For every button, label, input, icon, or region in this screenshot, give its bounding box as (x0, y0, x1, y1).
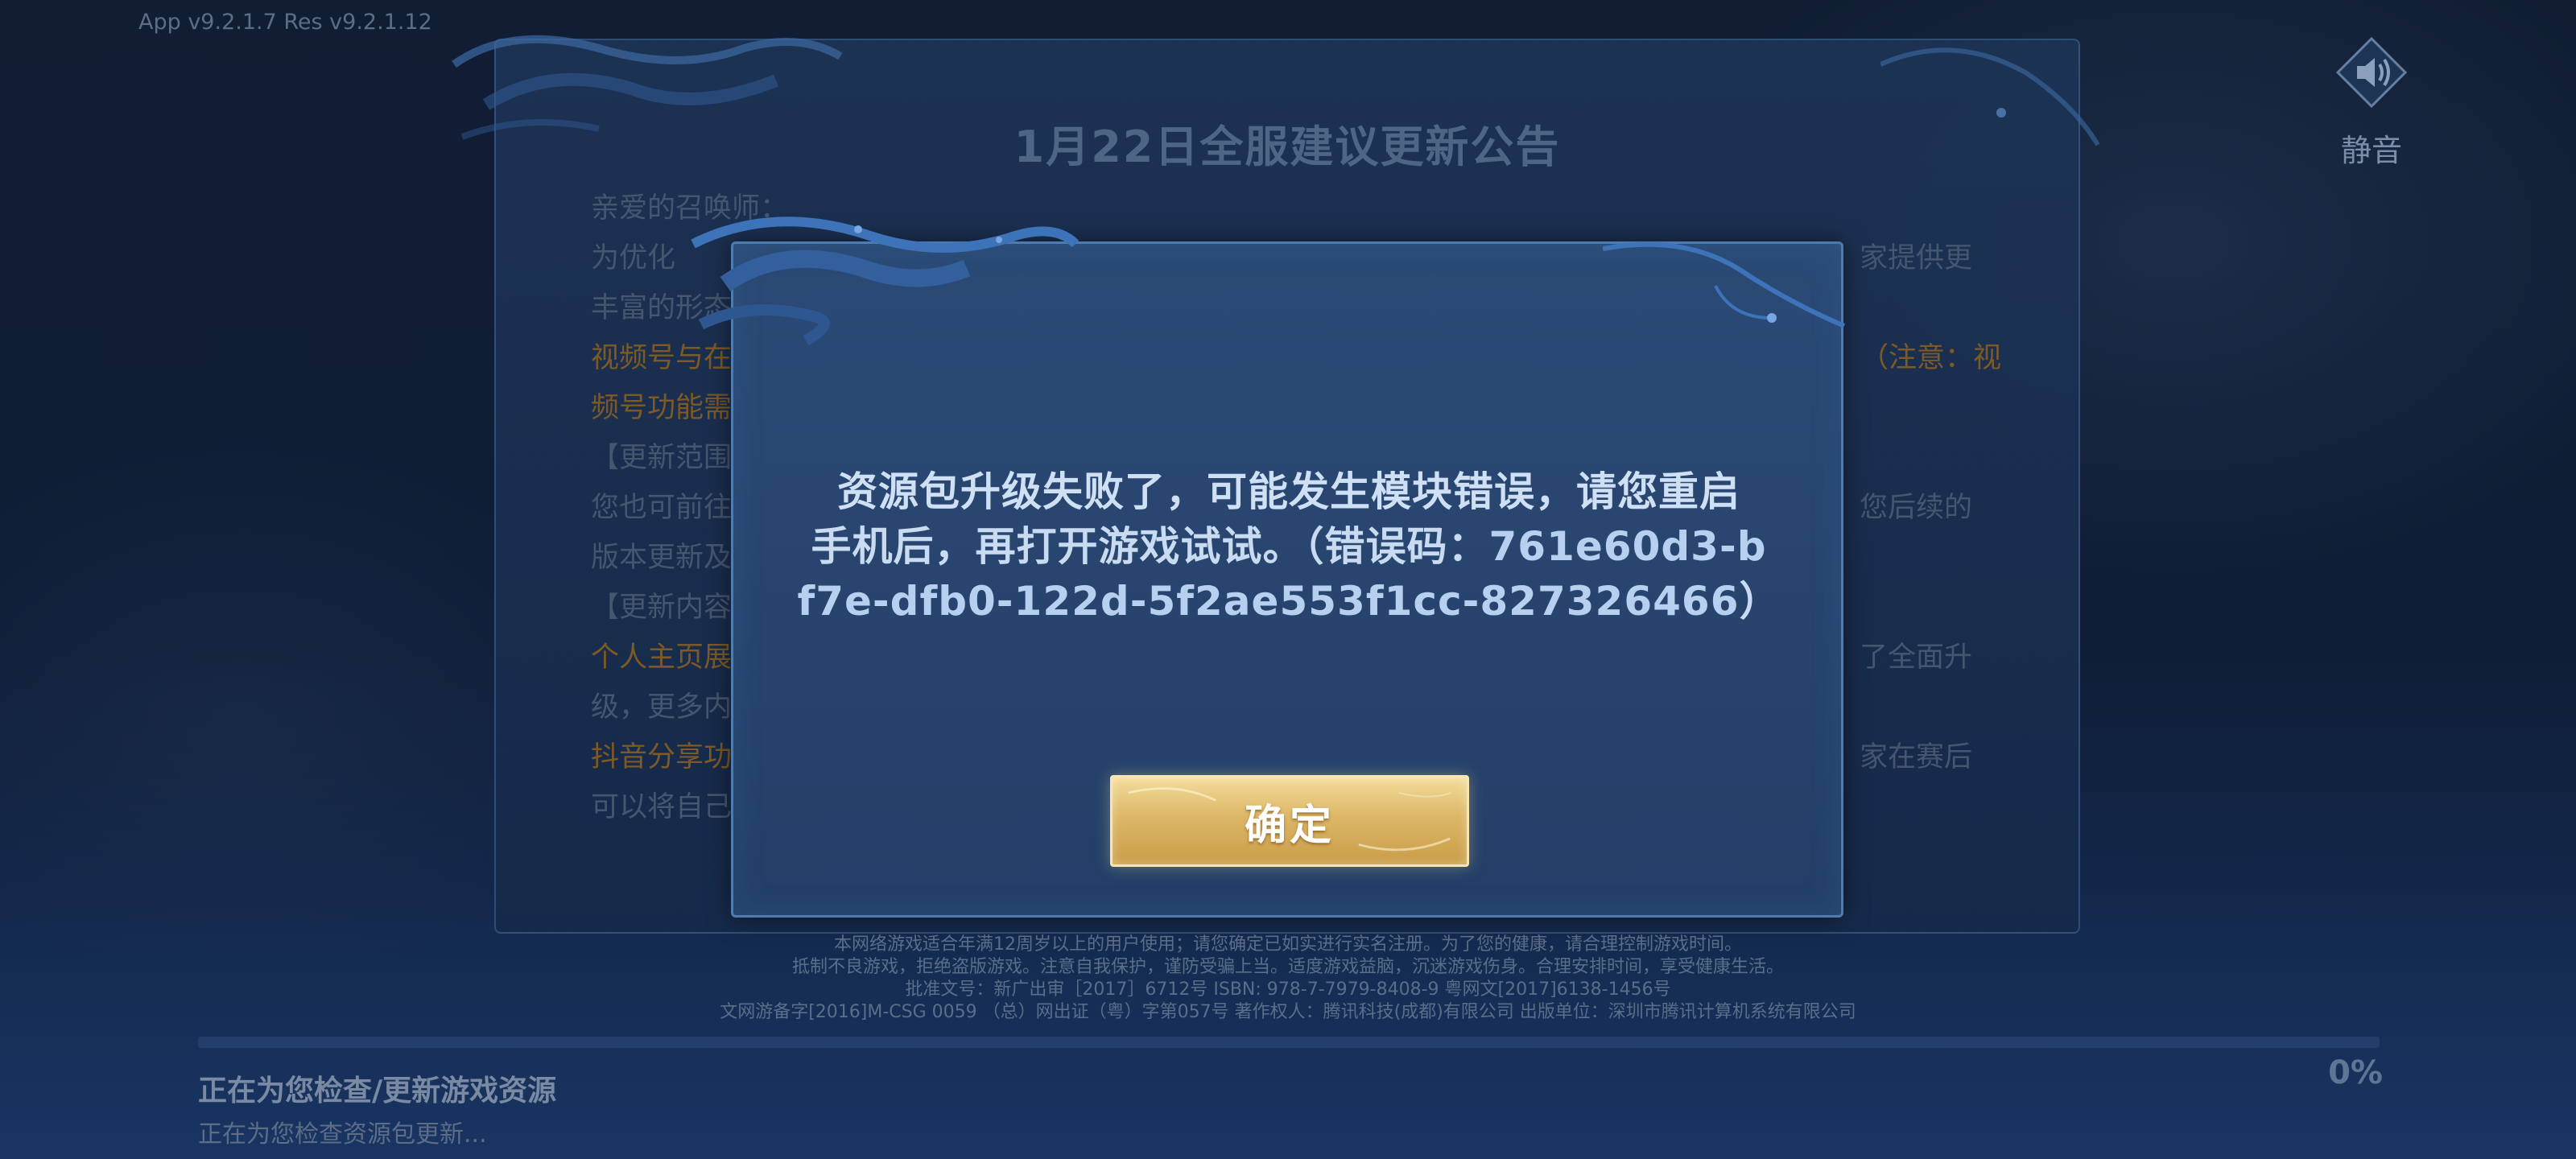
legal-line: 批准文号：新广出审［2017］6712号 ISBN: 978-7-7979-84… (905, 980, 1671, 1000)
status-title: 正在为您检查/更新游戏资源 (198, 1074, 557, 1107)
error-code-continued: f7e-dfb0-122d-5f2ae553f1cc-827326466 (797, 578, 1740, 625)
error-message-suffix: ） (1739, 578, 1781, 625)
error-message-line-1: 资源包升级失败了，可能发生模块错误，请您重启 (837, 468, 1740, 515)
confirm-button-label: 确定 (1244, 801, 1335, 850)
speaker-icon (2335, 36, 2408, 109)
error-message-line-2: 手机后，再打开游戏试试。（错误码： (811, 523, 1489, 570)
error-code: 761e60d3-b (1488, 523, 1767, 570)
mute-button[interactable]: 静音 (2323, 35, 2420, 168)
cloud-swirl-decoration (691, 217, 1080, 346)
legal-notice: 本网络游戏适合年满12周岁以上的用户使用；请您确定已如实进行实名注册。为了您的健… (564, 934, 2013, 1024)
version-label: App v9.2.1.7 Res v9.2.1.12 (138, 10, 432, 35)
announcement-title: 1月22日全服建议更新公告 (1013, 122, 1561, 172)
legal-line: 本网络游戏适合年满12周岁以上的用户使用；请您确定已如实进行实名注册。为了您的健… (834, 934, 1742, 955)
error-dialog: 资源包升级失败了，可能发生模块错误，请您重启 手机后，再打开游戏试试。（错误码：… (691, 217, 1846, 918)
announcement-line-fragment: （注意：视 (1860, 342, 2001, 374)
legal-line: 文网游备字[2016]M-CSG 0059 （总）网出证（粤）字第057号 著作… (720, 1002, 1856, 1022)
progress-percent: 0% (2328, 1054, 2383, 1091)
status-subtitle: 正在为您检查资源包更新... (198, 1120, 487, 1149)
confirm-button[interactable]: 确定 (1110, 775, 1469, 867)
mute-label: 静音 (2340, 133, 2402, 168)
cloud-swirl-decoration-right (1603, 241, 1846, 328)
progress-bar (198, 1037, 2380, 1048)
error-message: 资源包升级失败了，可能发生模块错误，请您重启 手机后，再打开游戏试试。（错误码：… (766, 464, 1812, 629)
legal-line: 抵制不良游戏，拒绝盗版游戏。注意自我保护，谨防受骗上当。适度游戏益脑，沉迷游戏伤… (791, 957, 1784, 977)
